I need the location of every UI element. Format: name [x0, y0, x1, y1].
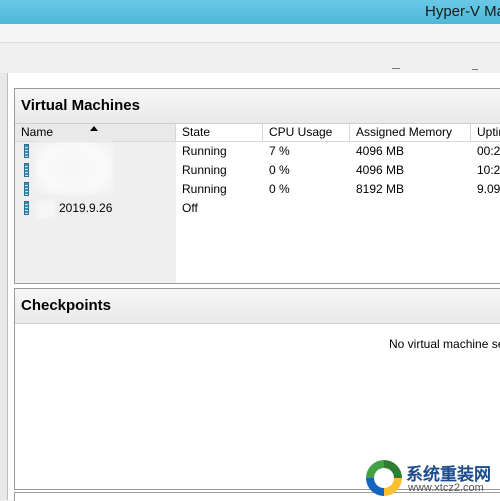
column-label: Name [21, 125, 54, 139]
toolbar [0, 43, 500, 73]
vm-list: Running 7 % 4096 MB 00:27 Running 0 % 40… [15, 142, 500, 283]
vm-assigned-memory: 4096 MB [356, 144, 405, 158]
vm-icon [24, 163, 29, 177]
vm-uptime: 9.09: [477, 182, 500, 196]
window-title: Hyper-V Ma [425, 3, 500, 20]
redacted-name [37, 201, 55, 218]
menu-bar [0, 24, 500, 43]
column-header-uptime[interactable]: Uptin [471, 124, 500, 141]
watermark-url: www.xtcz2.com [408, 482, 484, 494]
left-pane-edge[interactable] [0, 73, 8, 500]
toolbar-marker [392, 68, 400, 72]
column-header-name[interactable]: Name [15, 124, 176, 141]
sort-ascending-icon [90, 126, 98, 131]
table-row[interactable]: 2019.9.26 Off [15, 199, 500, 218]
vm-state: Running [182, 182, 227, 196]
virtual-machines-panel: Virtual Machines Name State CPU Usage As… [14, 88, 500, 284]
vm-cpu-usage: 0 % [269, 163, 290, 177]
vm-cpu-usage: 7 % [269, 144, 290, 158]
vm-state: Running [182, 144, 227, 158]
column-header-assigned-memory[interactable]: Assigned Memory [350, 124, 471, 141]
empty-state-message: No virtual machine selec [389, 337, 500, 351]
vm-state: Running [182, 163, 227, 177]
vm-assigned-memory: 4096 MB [356, 163, 405, 177]
vm-uptime: 00:27 [477, 144, 500, 158]
panel-header: Virtual Machines [15, 89, 500, 124]
toolbar-marker [472, 69, 478, 72]
column-header-cpu-usage[interactable]: CPU Usage [263, 124, 350, 141]
vm-name: 2019.9.26 [59, 201, 113, 215]
vm-uptime: 10:24 [477, 163, 500, 177]
watermark: 系统重装网 www.xtcz2.com [366, 458, 500, 500]
table-header: Name State CPU Usage Assigned Memory Upt… [15, 124, 500, 142]
site-logo-icon [366, 460, 402, 496]
vm-assigned-memory: 8192 MB [356, 182, 405, 196]
vm-icon [24, 182, 29, 196]
redacted-names [35, 142, 113, 194]
vm-state: Off [182, 201, 198, 215]
vm-icon [24, 144, 29, 158]
vm-icon [24, 201, 29, 215]
vm-cpu-usage: 0 % [269, 182, 290, 196]
panel-title: Checkpoints [21, 297, 112, 314]
title-bar: Hyper-V Ma [0, 0, 500, 24]
column-header-state[interactable]: State [176, 124, 263, 141]
panel-header: Checkpoints [15, 289, 500, 324]
panel-title: Virtual Machines [21, 97, 140, 114]
